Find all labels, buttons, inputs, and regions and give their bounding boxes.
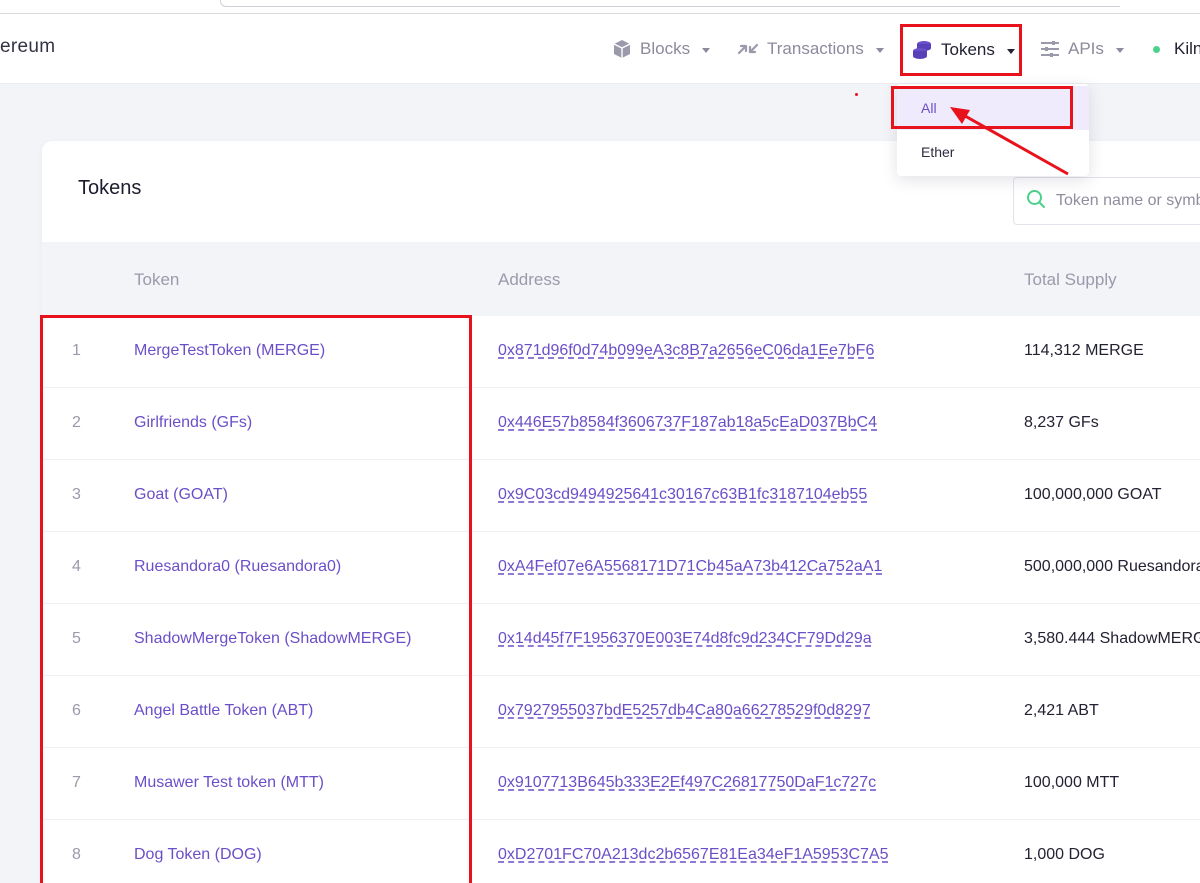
row-index: 6 [72, 702, 81, 719]
row-index: 3 [72, 486, 81, 503]
table-row: 7 Musawer Test token (MTT) 0x9107713B645… [42, 748, 1200, 820]
nav-transactions-label: Transactions [767, 39, 864, 58]
column-header-token: Token [134, 270, 180, 289]
token-link[interactable]: Angel Battle Token (ABT) [134, 702, 313, 720]
address-link[interactable]: 0xA4Fef07e6A5568171D71Cb45aA73b412Ca752a… [498, 558, 882, 576]
total-supply: 2,421 ABT [1024, 702, 1099, 719]
total-supply: 100,000 MTT [1024, 774, 1120, 791]
address-link[interactable]: 0x446E57b8584f3606737F187ab18a5cEaD037Bb… [498, 414, 877, 432]
cube-icon [612, 39, 632, 59]
total-supply: 114,312 MERGE [1024, 342, 1144, 359]
row-index: 4 [72, 558, 81, 575]
brand-name[interactable]: ereum [0, 36, 55, 58]
total-supply: 500,000,000 Ruesandora0 [1024, 558, 1200, 575]
nav-network[interactable]: Kiln [1153, 34, 1200, 64]
annotation-arrow [950, 107, 1069, 176]
network-status-dot [1153, 45, 1160, 53]
token-search[interactable] [1013, 177, 1200, 225]
search-input[interactable] [1056, 192, 1200, 210]
token-link[interactable]: Ruesandora0 (Ruesandora0) [134, 558, 341, 576]
nav-network-label: Kiln [1174, 39, 1200, 58]
nav-apis[interactable]: APIs [1040, 34, 1124, 64]
total-supply: 1,000 DOG [1024, 846, 1105, 863]
chevron-down-icon [702, 47, 711, 53]
address-bar[interactable] [220, 0, 1120, 7]
token-link[interactable]: Girlfriends (GFs) [134, 414, 252, 432]
row-index: 5 [72, 630, 81, 647]
search-icon [1026, 189, 1046, 214]
nav-blocks[interactable]: Blocks [612, 34, 711, 64]
table-row: 4 Ruesandora0 (Ruesandora0) 0xA4Fef07e6A… [42, 532, 1200, 604]
table-row: 6 Angel Battle Token (ABT) 0x7927955037b… [42, 676, 1200, 748]
token-link[interactable]: ShadowMergeToken (ShadowMERGE) [134, 630, 411, 648]
nav-blocks-label: Blocks [640, 39, 691, 58]
table-row: 2 Girlfriends (GFs) 0x446E57b8584f360673… [42, 388, 1200, 460]
token-link[interactable]: Goat (GOAT) [134, 486, 228, 504]
total-supply: 100,000,000 GOAT [1024, 486, 1162, 503]
sliders-icon [1040, 39, 1060, 59]
row-index: 7 [72, 774, 81, 791]
address-link[interactable]: 0xD2701FC70A213dc2b6567E81Ea34eF1A5953C7… [498, 846, 889, 864]
table-row: 3 Goat (GOAT) 0x9C03cd9494925641c30167c6… [42, 460, 1200, 532]
tokens-card: Tokens Token Address Total Supply 1 Merg… [42, 141, 1200, 883]
row-index: 8 [72, 846, 81, 863]
table-header: Token Address Total Supply [42, 242, 1200, 316]
table-row: 8 Dog Token (DOG) 0xD2701FC70A213dc2b656… [42, 820, 1200, 883]
annotation-dot [855, 93, 858, 96]
coins-stack-icon [911, 39, 933, 61]
address-link[interactable]: 0x9C03cd9494925641c30167c63B1fc3187104eb… [498, 486, 867, 504]
chevron-down-icon [875, 47, 884, 53]
row-index: 1 [72, 342, 81, 359]
column-header-total-supply: Total Supply [1024, 270, 1117, 289]
nav-tokens[interactable]: Tokens [900, 24, 1022, 76]
arrows-collapse-icon [737, 39, 759, 59]
address-link[interactable]: 0x871d96f0d74b099eA3c8B7a2656eC06da1Ee7b… [498, 342, 874, 360]
address-link[interactable]: 0x7927955037bdE5257db4Ca80a66278529f0d82… [498, 702, 871, 720]
table-row: 5 ShadowMergeToken (ShadowMERGE) 0x14d45… [42, 604, 1200, 676]
top-nav: ereum Blocks Transactions Tokens APIs Ki… [0, 14, 1200, 84]
browser-strip [0, 0, 1200, 19]
token-link[interactable]: MergeTestToken (MERGE) [134, 342, 325, 360]
nav-apis-label: APIs [1068, 39, 1104, 58]
total-supply: 8,237 GFs [1024, 414, 1099, 431]
chevron-down-icon [1115, 47, 1124, 53]
nav-tokens-label: Tokens [941, 40, 995, 59]
nav-transactions[interactable]: Transactions [737, 34, 884, 64]
chevron-down-icon [1006, 48, 1015, 54]
page-title: Tokens [78, 177, 142, 199]
column-header-address: Address [498, 270, 561, 289]
address-link[interactable]: 0x14d45f7F1956370E003E74d8fc9d234CF79Dd2… [498, 630, 872, 648]
table-row: 1 MergeTestToken (MERGE) 0x871d96f0d74b0… [42, 316, 1200, 388]
address-link[interactable]: 0x9107713B645b333E2Ef497C26817750DaF1c72… [498, 774, 876, 792]
token-link[interactable]: Dog Token (DOG) [134, 846, 262, 864]
total-supply: 3,580.444 ShadowMERGE [1024, 630, 1200, 647]
row-index: 2 [72, 414, 81, 431]
token-link[interactable]: Musawer Test token (MTT) [134, 774, 324, 792]
